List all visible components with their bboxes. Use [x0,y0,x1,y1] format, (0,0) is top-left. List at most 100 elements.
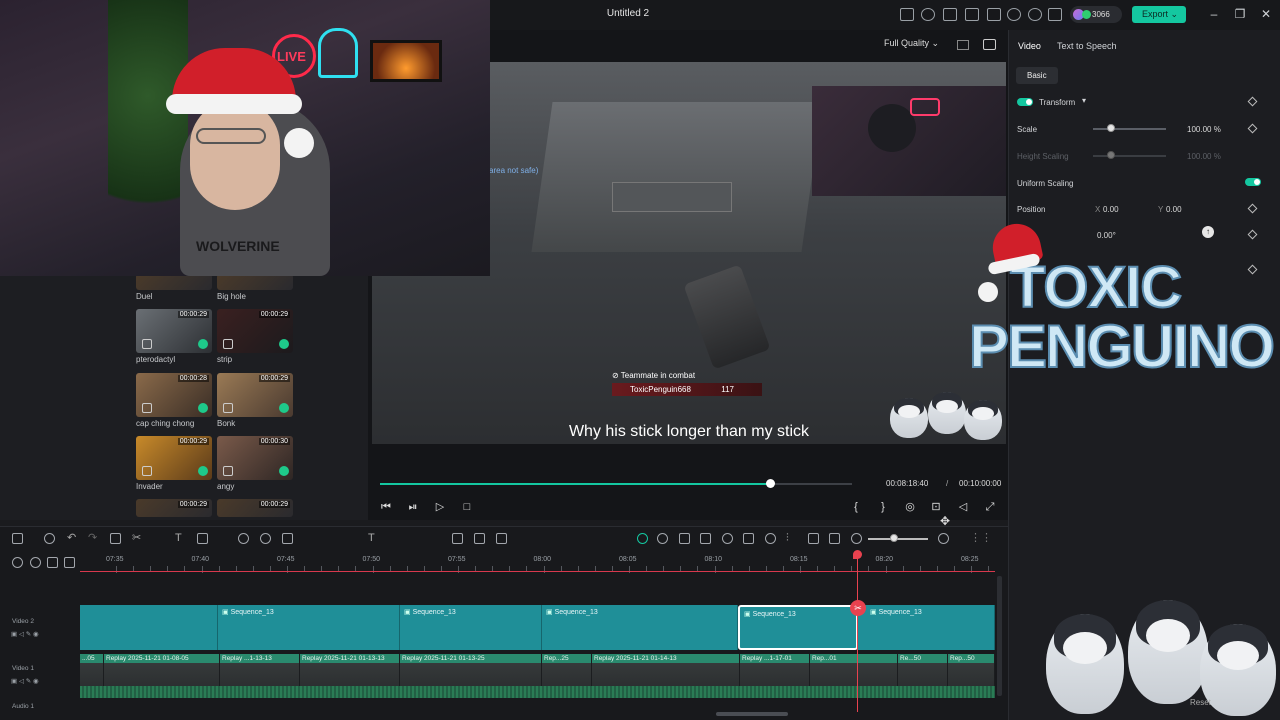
volume-icon[interactable]: ◁ [957,501,969,513]
scale-slider[interactable] [1093,128,1166,130]
timeline-clip[interactable]: Replay 2025-11-21 01-13-25 [400,654,542,686]
text-icon[interactable]: T [175,533,186,544]
vertical-scrollbar[interactable] [997,576,1002,696]
mark-out-icon[interactable]: } [877,501,889,513]
tab-text-to-speech[interactable]: Text to Speech [1057,41,1117,51]
zoom-in-icon[interactable] [938,533,949,544]
close-icon[interactable]: ✕ [1260,8,1272,20]
timeline-clip[interactable]: Sequence_13 [542,605,738,650]
timeline-clip[interactable]: ...05 [80,654,104,686]
track-controls[interactable]: ▣ ◁ ✎ ◉ [11,677,39,685]
timeline-clip[interactable]: Replay 2025-11-21 01-08-05 [104,654,220,686]
grid-icon[interactable] [987,8,1001,21]
add-track-icon[interactable] [12,557,23,568]
camera-icon[interactable]: ⊡ [930,501,942,513]
snap-icon[interactable] [679,533,690,544]
horizontal-scrollbar[interactable] [716,712,788,716]
pip-icon[interactable] [808,533,819,544]
zoom-slider-handle[interactable] [890,534,898,542]
settings-icon[interactable] [1048,8,1062,21]
uniform-scaling-toggle[interactable] [1245,178,1261,186]
audio-icon[interactable] [722,533,733,544]
timeline-clip[interactable]: Replay 2025-11-21 01-13-13 [300,654,400,686]
timeline-clip[interactable]: Sequence_13 [400,605,542,650]
crop-icon[interactable] [197,533,208,544]
headset-icon[interactable] [1028,8,1042,21]
export-button[interactable]: Export ⌄ [1132,6,1186,23]
media-clip[interactable]: 00:00:29 [136,499,212,517]
scale-value[interactable]: 100.00 % [1187,125,1221,134]
grid-handle-icon[interactable]: ⋮⋮ [970,533,992,544]
link-icon[interactable] [657,533,668,544]
mark-in-icon[interactable]: { [850,501,862,513]
cloud-icon[interactable] [1007,8,1021,21]
split-icon[interactable]: ✂ [132,533,143,544]
marker-icon[interactable] [700,533,711,544]
render-icon[interactable]: ◎ [904,501,916,513]
select-tool-icon[interactable] [44,533,55,544]
quality-dropdown[interactable]: Full Quality ⌄ [884,38,939,49]
previous-frame-icon[interactable]: ⏮ [380,501,392,513]
caption-icon[interactable] [829,533,840,544]
mic-icon[interactable] [765,533,776,544]
position-x-input[interactable]: 0.00 [1103,205,1119,214]
frame-icon[interactable] [474,533,485,544]
fullscreen-icon[interactable]: ⤢ [984,501,996,513]
zoom-out-icon[interactable] [851,533,862,544]
layout-icon[interactable] [965,8,979,21]
timeline-clip[interactable]: Re...50 [898,654,948,686]
layout-icon[interactable] [12,533,23,544]
minimize-icon[interactable]: – [1208,8,1220,20]
scale-slider-handle[interactable] [1107,124,1115,132]
transition-icon[interactable] [496,533,507,544]
snapshot-icon[interactable] [983,39,996,50]
timeline-clip[interactable] [80,605,218,650]
delete-icon[interactable] [110,533,121,544]
track-layout-icon[interactable] [64,557,75,568]
reset-button[interactable]: Reset [1190,698,1211,707]
timeline-clip[interactable]: Sequence_13 [218,605,400,650]
lock-icon[interactable] [900,8,914,21]
credits-badge[interactable]: 3066 [1070,6,1122,23]
timeline-clip[interactable]: Sequence_13 [858,605,995,650]
media-clip[interactable]: 00:00:30 [217,436,293,480]
media-clip[interactable] [136,274,212,290]
undo-icon[interactable]: ↶ [67,533,78,544]
chevron-down-icon[interactable]: ▾ [1082,96,1086,105]
play-icon[interactable]: ▷ [434,501,446,513]
send-icon[interactable] [921,8,935,21]
transform-toggle[interactable] [1017,98,1033,106]
media-clip[interactable]: 00:00:29 [217,309,293,353]
link-track-icon[interactable] [30,557,41,568]
media-clip[interactable]: 00:00:29 [136,436,212,480]
download-icon[interactable] [943,8,957,21]
timeline-clip-selected[interactable]: Sequence_13 [738,605,858,650]
timeline-clip[interactable]: Replay ...1-13-13 [220,654,300,686]
timeline-clip[interactable]: Rep...01 [810,654,858,686]
track-controls[interactable]: ▣ ◁ ✎ ◉ [11,630,39,638]
maximize-icon[interactable]: ❐ [1234,8,1246,20]
split-marker-icon[interactable]: ✂ [850,600,866,616]
media-clip[interactable]: 00:00:28 [136,373,212,417]
timeline-clip[interactable]: Rep...50 [948,654,995,686]
tab-video[interactable]: Video [1018,41,1041,51]
stop-icon[interactable]: □ [461,501,473,513]
tag-icon[interactable] [260,533,271,544]
media-clip[interactable]: 00:00:29 [217,499,293,517]
media-clip[interactable]: 00:00:29 [136,309,212,353]
position-y-input[interactable]: 0.00 [1166,205,1182,214]
mixer-icon[interactable]: ⫶ [786,533,797,544]
playhead[interactable] [857,552,858,712]
timeline-clip[interactable] [858,654,898,686]
track-view-icon[interactable] [47,557,58,568]
speed-icon[interactable] [238,533,249,544]
color-icon[interactable] [282,533,293,544]
ai-text-icon[interactable]: T [368,533,379,544]
media-clip[interactable] [217,274,293,290]
ai-icon[interactable] [637,533,648,544]
shield-icon[interactable] [743,533,754,544]
step-forward-icon[interactable]: ⏯ [407,501,419,513]
timeline-clip[interactable]: Rep...25 [542,654,592,686]
media-clip[interactable]: 00:00:29 [217,373,293,417]
zoom-slider[interactable] [868,538,928,540]
